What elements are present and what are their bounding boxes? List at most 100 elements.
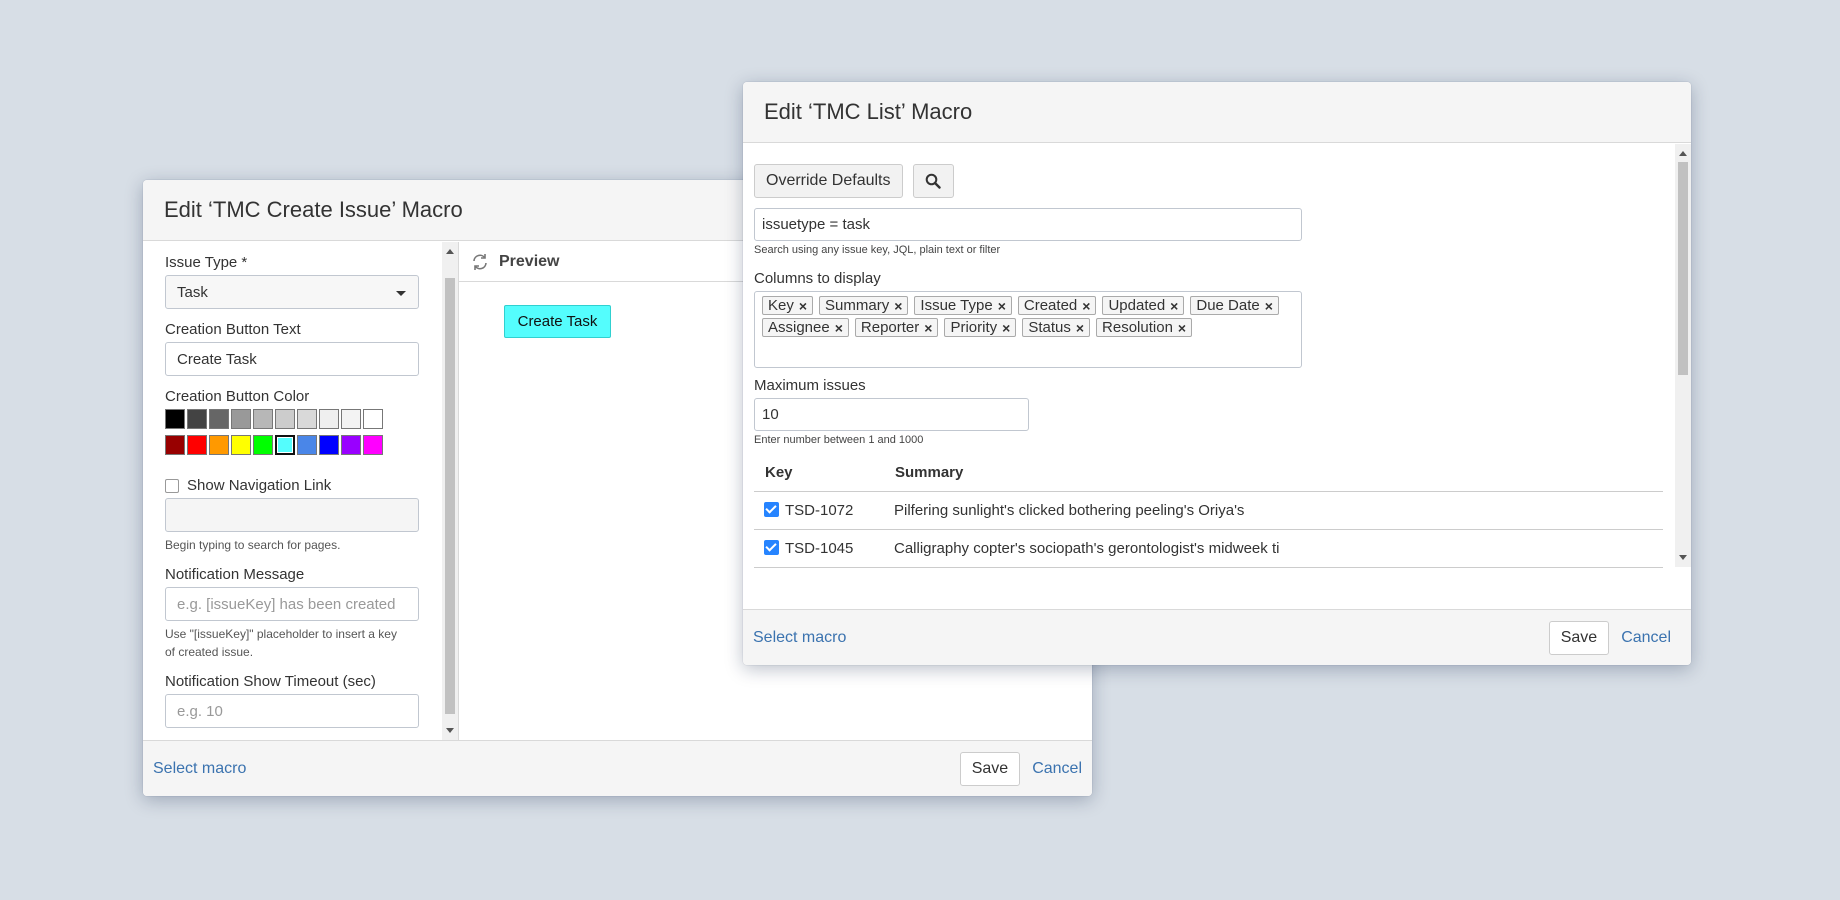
override-defaults-button[interactable]: Override Defaults	[754, 164, 903, 198]
column-tag: Due Date ×	[1190, 296, 1279, 315]
remove-tag-icon[interactable]: ×	[1002, 321, 1010, 335]
column-tag: Priority ×	[944, 318, 1017, 337]
save-button[interactable]: Save	[959, 751, 1021, 786]
issue-type-label: Issue Type *	[165, 254, 248, 271]
remove-tag-icon[interactable]: ×	[924, 321, 932, 335]
button-text-input[interactable]	[165, 342, 419, 376]
navigation-page-input[interactable]	[165, 498, 419, 532]
color-swatch[interactable]	[231, 409, 251, 429]
save-button[interactable]: Save	[1548, 620, 1610, 655]
color-swatch[interactable]	[209, 409, 229, 429]
settings-scrollbar[interactable]	[442, 242, 458, 740]
list-scrollbar[interactable]	[1675, 144, 1691, 567]
color-swatch[interactable]	[319, 409, 339, 429]
column-tag: Created ×	[1017, 296, 1097, 315]
column-header-summary[interactable]: Summary	[884, 464, 1663, 492]
max-issues-input[interactable]: 10	[754, 398, 1029, 431]
row-checkbox[interactable]	[764, 502, 779, 517]
columns-multiselect[interactable]: Key × Summary × Issue Type × Created × Updated × D…	[754, 291, 1302, 368]
button-color-label: Creation Button Color	[165, 388, 310, 405]
color-swatch[interactable]	[341, 409, 361, 429]
color-swatch[interactable]	[363, 435, 383, 455]
color-swatch[interactable]	[275, 409, 295, 429]
issue-key[interactable]: TSD-1072	[785, 502, 853, 519]
scroll-down-arrow-icon[interactable]	[446, 728, 454, 733]
column-tag-label: Assignee	[768, 319, 830, 336]
columns-label: Columns to display	[754, 270, 881, 287]
notification-message-input[interactable]	[165, 587, 419, 621]
column-tag-label: Due Date	[1196, 297, 1260, 314]
remove-tag-icon[interactable]: ×	[1265, 299, 1273, 313]
column-tag-label: Status	[1028, 319, 1071, 336]
column-tag: Reporter ×	[854, 318, 939, 337]
issue-type-select[interactable]: Task	[165, 275, 419, 309]
cancel-link[interactable]: Cancel	[1621, 629, 1671, 647]
show-navigation-checkbox[interactable]	[165, 478, 179, 493]
color-swatch[interactable]	[165, 435, 185, 455]
color-swatch[interactable]	[275, 435, 295, 455]
search-help: Search using any issue key, JQL, plain t…	[754, 244, 1001, 256]
color-swatch[interactable]	[297, 409, 317, 429]
table-row[interactable]: TSD-1072 Pilfering sunlight's clicked bot…	[754, 491, 1663, 530]
settings-pane: Issue Type * Task Creation Button Text C…	[143, 242, 459, 740]
column-tag-label: Reporter	[860, 319, 920, 336]
show-navigation-label: Show Navigation Link	[187, 477, 332, 494]
search-icon	[925, 173, 941, 189]
scrollbar-thumb[interactable]	[445, 278, 455, 714]
issue-key-cell: TSD-1045	[754, 529, 884, 568]
max-issues-help: Enter number between 1 and 1000	[754, 434, 924, 446]
notification-message-label: Notification Message	[165, 566, 305, 583]
column-header-key[interactable]: Key	[754, 464, 884, 492]
preview-label: Preview	[499, 252, 560, 270]
dialog-title: Edit ‘TMC List’ Macro	[743, 82, 1691, 143]
notification-timeout-input[interactable]	[165, 694, 419, 728]
remove-tag-icon[interactable]: ×	[1076, 321, 1084, 335]
remove-tag-icon[interactable]: ×	[894, 299, 902, 313]
column-tag: Issue Type ×	[914, 296, 1012, 315]
list-macro-dialog: Edit ‘TMC List’ Macro Override Defaults …	[743, 82, 1691, 665]
column-tag-label: Summary	[825, 297, 890, 314]
color-swatch[interactable]	[253, 409, 273, 429]
remove-tag-icon[interactable]: ×	[1178, 321, 1186, 335]
select-macro-link[interactable]: Select macro	[153, 760, 246, 778]
select-macro-link[interactable]: Select macro	[753, 629, 846, 647]
color-swatch[interactable]	[297, 435, 317, 455]
color-swatch[interactable]	[187, 409, 207, 429]
color-swatch[interactable]	[341, 435, 361, 455]
table-row[interactable]: TSD-1045 Calligraphy copter's sociopath's…	[754, 529, 1663, 568]
remove-tag-icon[interactable]: ×	[998, 299, 1006, 313]
remove-tag-icon[interactable]: ×	[799, 299, 807, 313]
max-issues-label: Maximum issues	[754, 377, 866, 394]
search-button[interactable]	[912, 164, 954, 198]
jql-search-input[interactable]: issuetype = task	[754, 208, 1302, 241]
row-checkbox[interactable]	[764, 540, 779, 555]
remove-tag-icon[interactable]: ×	[1082, 299, 1090, 313]
column-tag: Key ×	[762, 296, 814, 315]
color-swatch[interactable]	[363, 409, 383, 429]
scrollbar-thumb[interactable]	[1678, 162, 1688, 375]
color-swatch[interactable]	[253, 435, 273, 455]
dialog-body: Override Defaults issuetype = task Searc…	[743, 144, 1691, 609]
column-tag-label: Created	[1023, 297, 1078, 314]
remove-tag-icon[interactable]: ×	[1170, 299, 1178, 313]
cancel-link[interactable]: Cancel	[1032, 760, 1082, 778]
issue-summary: Pilfering sunlight's clicked bothering p…	[884, 491, 1663, 530]
column-tag: Summary ×	[819, 296, 909, 315]
remove-tag-icon[interactable]: ×	[835, 321, 843, 335]
color-swatch[interactable]	[319, 435, 339, 455]
color-swatch[interactable]	[231, 435, 251, 455]
create-task-preview-button[interactable]: Create Task	[504, 305, 611, 338]
column-tag-label: Priority	[950, 319, 998, 336]
issue-key[interactable]: TSD-1045	[785, 540, 853, 557]
scroll-up-arrow-icon[interactable]	[446, 249, 454, 254]
color-swatch[interactable]	[165, 409, 185, 429]
column-tag: Updated ×	[1102, 296, 1185, 315]
notification-timeout-label: Notification Show Timeout (sec)	[165, 673, 376, 690]
color-swatch[interactable]	[187, 435, 207, 455]
scroll-down-arrow-icon[interactable]	[1679, 555, 1687, 560]
color-swatch[interactable]	[209, 435, 229, 455]
column-tag: Status ×	[1022, 318, 1091, 337]
scroll-up-arrow-icon[interactable]	[1679, 151, 1687, 156]
column-tag-label: Resolution	[1102, 319, 1173, 336]
refresh-icon[interactable]	[471, 253, 489, 271]
